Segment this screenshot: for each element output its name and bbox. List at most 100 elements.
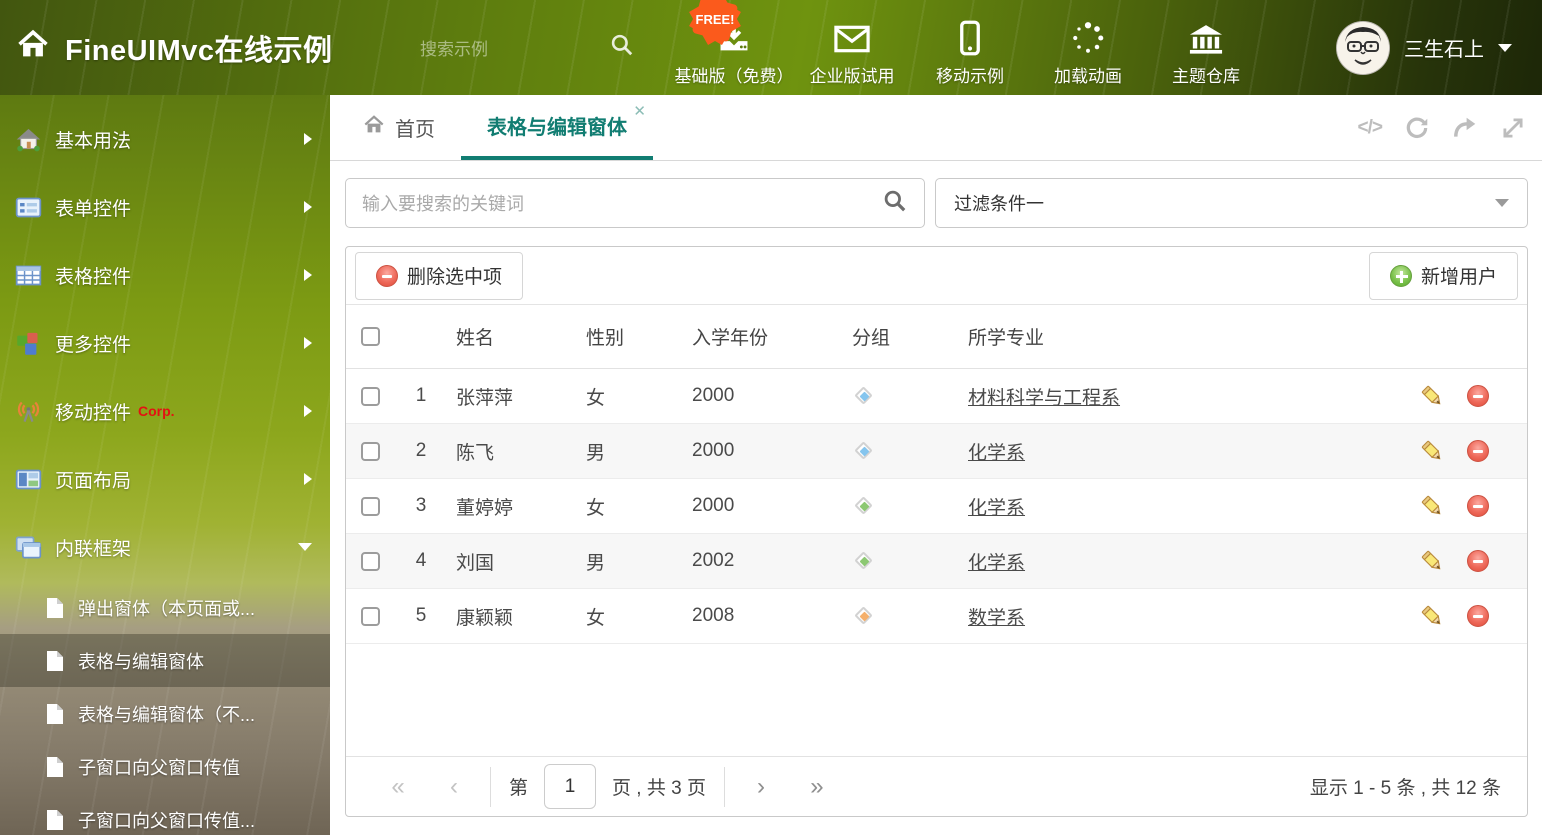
delete-minus-icon[interactable] — [1465, 383, 1491, 409]
user-menu[interactable]: 三生石上 — [1336, 0, 1512, 95]
filter-dropdown-value: 过滤条件一 — [954, 194, 1044, 214]
major-link[interactable]: 化学系 — [968, 498, 1025, 519]
row-checkbox[interactable] — [361, 441, 380, 461]
page-number-input[interactable] — [544, 764, 597, 809]
cell-name: 康颖颖 — [456, 607, 514, 629]
sidebar-subitem-popup-window[interactable]: 弹出窗体（本页面或... — [0, 581, 330, 634]
delete-minus-icon[interactable] — [1465, 548, 1491, 574]
delete-minus-icon[interactable] — [1465, 603, 1491, 629]
header-search[interactable]: 搜索示例 — [420, 32, 635, 63]
app-title: FineUIMvc在线示例 — [65, 34, 333, 67]
major-link[interactable]: 数学系 — [968, 608, 1025, 629]
edit-pencil-icon[interactable] — [1419, 548, 1445, 574]
sidebar-item-mobile-controls[interactable]: 移动控件 Corp. — [0, 377, 330, 445]
chevron-right-icon — [304, 473, 312, 485]
col-group: 分组 — [852, 328, 891, 349]
table-icon — [15, 262, 42, 289]
nav-loading-animation[interactable]: 加载动画 — [1029, 8, 1147, 87]
tag-icon — [852, 604, 876, 628]
major-link[interactable]: 材料科学与工程系 — [968, 388, 1120, 409]
nav-enterprise-trial[interactable]: 企业版试用 — [793, 8, 911, 87]
tag-icon — [852, 549, 876, 573]
tag-icon — [852, 494, 876, 518]
sidebar-subitem-child-to-parent-2[interactable]: 子窗口向父窗口传值... — [0, 793, 330, 835]
chevron-right-icon — [304, 269, 312, 281]
search-icon[interactable] — [882, 188, 908, 219]
major-link[interactable]: 化学系 — [968, 443, 1025, 464]
sidebar-item-form-controls[interactable]: 表单控件 — [0, 173, 330, 241]
tag-icon — [852, 384, 876, 408]
sidebar-item-page-layout[interactable]: 页面布局 — [0, 445, 330, 513]
expand-icon[interactable] — [1500, 115, 1526, 141]
delete-minus-icon[interactable] — [1465, 493, 1491, 519]
close-icon[interactable]: ✕ — [633, 104, 646, 119]
row-number: 5 — [415, 605, 427, 626]
row-number: 4 — [415, 550, 427, 571]
mail-icon — [833, 20, 871, 56]
chevron-right-icon — [304, 201, 312, 213]
first-page-icon[interactable]: « — [370, 773, 426, 801]
edit-pencil-icon[interactable] — [1419, 493, 1445, 519]
cell-gender: 男 — [586, 442, 606, 464]
tab-home[interactable]: 首页 — [336, 95, 461, 160]
major-link[interactable]: 化学系 — [968, 553, 1025, 574]
search-icon[interactable] — [609, 32, 635, 63]
windows-icon — [15, 534, 42, 561]
edit-pencil-icon[interactable] — [1419, 438, 1445, 464]
delete-selected-button[interactable]: 删除选中项 — [355, 251, 524, 300]
next-page-icon[interactable]: › — [733, 773, 789, 801]
page-icon — [46, 809, 64, 831]
tag-icon — [852, 439, 876, 463]
sidebar-subitem-child-to-parent[interactable]: 子窗口向父窗口传值 — [0, 740, 330, 793]
prev-page-icon[interactable]: ‹ — [426, 773, 482, 801]
chevron-right-icon — [304, 133, 312, 145]
last-page-icon[interactable]: » — [789, 773, 845, 801]
sidebar-item-grid-controls[interactable]: 表格控件 — [0, 241, 330, 309]
username: 三生石上 — [1404, 39, 1484, 61]
col-year: 入学年份 — [692, 328, 769, 349]
sidebar-item-basic-usage[interactable]: 基本用法 — [0, 105, 330, 173]
grid-toolbar: 删除选中项 新增用户 — [346, 247, 1527, 305]
col-name: 姓名 — [456, 328, 495, 349]
edit-pencil-icon[interactable] — [1419, 383, 1445, 409]
keyword-placeholder: 输入要搜索的关键词 — [362, 194, 524, 214]
sidebar: 基本用法 表单控件 表格控件 更多控件 移动控件 Corp. 页面布局 内联框架… — [0, 95, 330, 835]
nav-mobile-demo[interactable]: 移动示例 — [911, 8, 1029, 87]
col-gender: 性别 — [586, 328, 625, 349]
row-checkbox[interactable] — [361, 496, 380, 516]
row-number: 1 — [415, 385, 427, 406]
cell-year: 2002 — [692, 550, 735, 571]
select-all-checkbox[interactable] — [361, 327, 380, 346]
nav-theme-store[interactable]: 主题仓库 — [1147, 8, 1265, 87]
header-nav: 基础版（免费） 企业版试用 移动示例 加载动画 主题仓库 — [675, 8, 1265, 87]
row-checkbox[interactable] — [361, 551, 380, 571]
cell-year: 2000 — [692, 385, 735, 406]
row-checkbox[interactable] — [361, 386, 380, 406]
sidebar-item-more-controls[interactable]: 更多控件 — [0, 309, 330, 377]
code-icon[interactable]: </> — [1358, 117, 1384, 139]
sidebar-subitem-grid-edit-window[interactable]: 表格与编辑窗体 — [0, 634, 330, 687]
cubes-icon — [15, 330, 42, 357]
cell-gender: 女 — [586, 607, 606, 629]
home-icon — [362, 114, 386, 142]
row-number: 2 — [415, 440, 427, 461]
filter-dropdown[interactable]: 过滤条件一 — [935, 178, 1528, 228]
table-header: 姓名 性别 入学年份 分组 所学专业 — [346, 305, 1527, 369]
table-row: 1 张萍萍 女 2000 材料科学与工程系 — [346, 369, 1527, 424]
brand[interactable]: FineUIMvc在线示例 — [0, 27, 420, 69]
row-checkbox[interactable] — [361, 606, 380, 626]
house-icon — [15, 126, 42, 153]
refresh-icon[interactable] — [1404, 115, 1430, 141]
delete-minus-icon[interactable] — [1465, 438, 1491, 464]
add-user-button[interactable]: 新增用户 — [1368, 251, 1518, 300]
edit-pencil-icon[interactable] — [1419, 603, 1445, 629]
mobile-icon — [959, 20, 981, 56]
grid-panel: 删除选中项 新增用户 姓名 性别 入学年份 分组 所学专业 1 张萍萍 女 20… — [345, 246, 1528, 817]
sidebar-item-iframe[interactable]: 内联框架 — [0, 513, 330, 581]
keyword-search-input[interactable]: 输入要搜索的关键词 — [345, 178, 925, 228]
tab-grid-edit-window[interactable]: 表格与编辑窗体 ✕ — [461, 95, 653, 160]
sidebar-subitem-grid-edit-window-no[interactable]: 表格与编辑窗体（不... — [0, 687, 330, 740]
free-badge: FREE! — [686, 0, 744, 48]
share-icon[interactable] — [1452, 115, 1478, 141]
chevron-right-icon — [304, 337, 312, 349]
